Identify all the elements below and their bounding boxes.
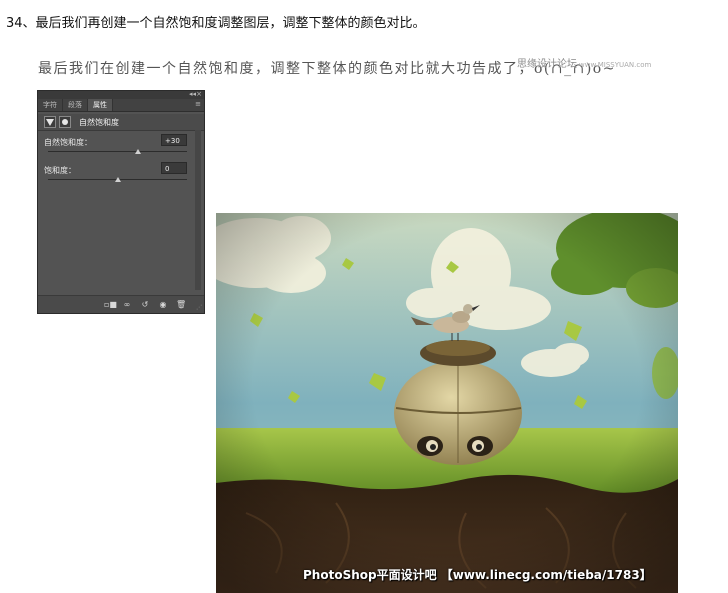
saturation-slider-thumb[interactable]: [114, 177, 121, 182]
close-icon[interactable]: ×: [196, 90, 202, 98]
view-previous-icon[interactable]: ∞: [122, 300, 132, 309]
tab-paragraph[interactable]: 段落: [63, 99, 88, 111]
clip-to-layer-icon[interactable]: ▫■: [104, 300, 117, 309]
step-heading: 34、最后我们再创建一个自然饱和度调整图层，调整下整体的颜色对比。: [6, 16, 426, 31]
watermark-text: 思缘设计论坛: [517, 59, 577, 70]
vibrance-slider-thumb[interactable]: [135, 149, 142, 154]
saturation-input[interactable]: 0: [161, 162, 187, 174]
panel-titlebar: ◂◂ ×: [38, 90, 204, 99]
panel-scrollbar[interactable]: [195, 130, 201, 290]
adjustment-layer-icon: [44, 116, 56, 128]
artwork-caption: PhotoShop平面设计吧 【www.linecg.com/tieba/178…: [303, 568, 652, 582]
vibrance-label: 自然饱和度：: [44, 138, 92, 147]
visibility-icon[interactable]: ◉: [158, 300, 168, 309]
delete-icon[interactable]: 🗑: [176, 300, 186, 309]
tab-properties[interactable]: 属性: [88, 99, 113, 111]
vibrance-slider-track[interactable]: [48, 151, 187, 152]
panel-footer: ▫■ ∞ ↺ ◉ 🗑: [38, 295, 204, 313]
artwork-image: [216, 213, 678, 593]
vibrance-input[interactable]: +30: [161, 134, 187, 146]
resize-grip-icon[interactable]: ⋰: [196, 304, 202, 311]
saturation-label: 饱和度：: [44, 166, 76, 175]
adjustment-title: 自然饱和度: [79, 117, 119, 127]
watermark-url: www.MISSYUAN.com: [579, 61, 652, 69]
collapse-icon[interactable]: ◂◂: [189, 90, 196, 98]
panel-menu-icon[interactable]: ≡: [195, 100, 201, 108]
reset-icon[interactable]: ↺: [140, 300, 150, 309]
watermark-top: 思缘设计论坛 www.MISSYUAN.com: [517, 55, 651, 70]
saturation-row: 饱和度： 0: [38, 159, 204, 187]
properties-panel: ◂◂ × 字符 段落 属性 ≡ 自然饱和度 自然饱和度： +30 饱和度： 0 …: [37, 90, 205, 314]
panel-tabs: 字符 段落 属性 ≡: [38, 99, 204, 112]
adjustment-header: 自然饱和度: [38, 114, 204, 131]
mask-icon[interactable]: [59, 116, 71, 128]
tab-character[interactable]: 字符: [38, 99, 63, 111]
vibrance-row: 自然饱和度： +30: [38, 131, 204, 159]
